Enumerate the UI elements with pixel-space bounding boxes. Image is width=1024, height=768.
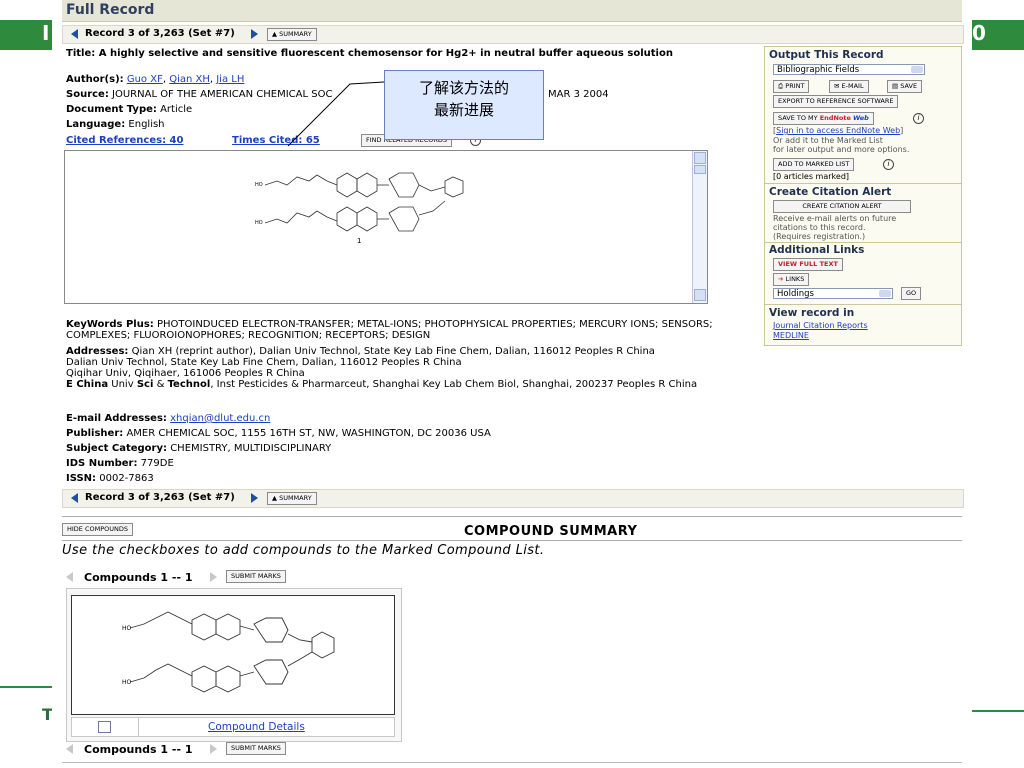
record-nav-bottom: Record 3 of 3,263 (Set #7) ▲ SUMMARY	[62, 489, 964, 508]
chemical-structure-icon: HO HO	[122, 611, 335, 693]
record-position: Record 3 of 3,263 (Set #7)	[85, 492, 235, 503]
output-heading: Output This Record	[769, 49, 884, 61]
divider	[765, 183, 961, 184]
hide-compounds-button[interactable]: HIDE COMPOUNDS	[62, 523, 134, 536]
compound-row: Compound Details	[71, 717, 395, 737]
record-addresses: Addresses: Qian XH (reprint author), Dal…	[66, 346, 698, 390]
structure-image: HO HO 1	[64, 150, 708, 304]
fields-select[interactable]: Bibliographic Fields	[773, 64, 925, 75]
record-issn: ISSN: 0002-7863	[66, 473, 154, 484]
add-help-text: Or add it to the Marked List	[773, 136, 883, 145]
compound-card: HO HO Compound Details	[66, 588, 402, 742]
svg-text:HO: HO	[122, 625, 132, 632]
divider	[62, 540, 962, 541]
scroll-thumb[interactable]	[694, 165, 706, 174]
view-full-text-button[interactable]: VIEW FULL TEXT	[773, 258, 843, 271]
citation-help-text: Receive e-mail alerts on future	[773, 214, 897, 223]
submit-marks-button[interactable]: SUBMIT MARKS	[226, 742, 286, 755]
submit-marks-button[interactable]: SUBMIT MARKS	[226, 570, 286, 583]
record-email: E-mail Addresses: xhqian@dlut.edu.cn	[66, 413, 271, 424]
go-button[interactable]: GO	[901, 287, 922, 300]
compound-nav-text: Compounds 1 -- 1	[84, 743, 193, 756]
record-keywords: KeyWords Plus: PHOTOINDUCED ELECTRON-TRA…	[66, 319, 713, 341]
next-record-icon[interactable]	[251, 493, 258, 503]
output-panel: Output This Record Bibliographic Fields …	[764, 46, 962, 346]
info-icon[interactable]: i	[913, 113, 924, 124]
holdings-select[interactable]: Holdings	[773, 288, 893, 299]
prev-compound-icon[interactable]	[66, 572, 73, 582]
screenshot: Full Record Record 3 of 3,263 (Set #7) ▲…	[52, 0, 972, 768]
export-button[interactable]: EXPORT TO REFERENCE SOFTWARE	[773, 95, 899, 108]
links-button[interactable]: ➔ LINKS	[773, 273, 810, 286]
chemical-structure-icon: HO HO 1	[255, 172, 464, 245]
svg-text:1: 1	[357, 237, 361, 245]
marked-count: [0 articles marked]	[773, 172, 850, 181]
annotation-callout: 了解该方法的 最新进展	[384, 70, 544, 140]
compound-nav-text: Compounds 1 -- 1	[84, 571, 193, 584]
compound-instructions: Use the checkboxes to add compounds to t…	[62, 543, 545, 558]
svg-text:HO: HO	[255, 182, 263, 188]
chevron-down-icon	[911, 66, 923, 73]
next-compound-icon[interactable]	[210, 744, 217, 754]
slide-title-glyph: 0	[972, 21, 986, 45]
divider	[765, 242, 961, 243]
record-ids: IDS Number: 779DE	[66, 458, 174, 469]
scroll-down-icon[interactable]	[694, 289, 706, 301]
divider	[765, 304, 961, 305]
record-publisher: Publisher: AMER CHEMICAL SOC, 1155 16TH …	[66, 428, 491, 439]
compound-summary-title: COMPOUND SUMMARY	[464, 524, 638, 539]
compound-checkbox[interactable]	[98, 721, 111, 733]
citation-help-text: (Requires registration.)	[773, 232, 866, 241]
links-heading: Additional Links	[769, 244, 865, 256]
prev-compound-icon[interactable]	[66, 744, 73, 754]
summary-button[interactable]: ▲ SUMMARY	[267, 492, 317, 505]
compound-details-link[interactable]: Compound Details	[208, 721, 305, 733]
divider	[62, 516, 962, 517]
medline-link[interactable]: MEDLINE	[773, 331, 809, 340]
slide-left-rule	[0, 686, 52, 688]
record-subject: Subject Category: CHEMISTRY, MULTIDISCIP…	[66, 443, 332, 454]
scroll-up-icon[interactable]	[694, 152, 706, 164]
compound-image: HO HO	[71, 595, 395, 715]
create-citation-alert-button[interactable]: CREATE CITATION ALERT	[773, 200, 911, 213]
info-icon[interactable]: i	[883, 159, 894, 170]
citation-heading: Create Citation Alert	[769, 186, 892, 198]
add-help-text: for later output and more options.	[773, 145, 910, 154]
svg-text:HO: HO	[255, 220, 263, 226]
next-compound-icon[interactable]	[210, 572, 217, 582]
jcr-link[interactable]: Journal Citation Reports	[773, 321, 868, 330]
svg-text:HO: HO	[122, 679, 132, 686]
divider	[62, 762, 962, 763]
save-button[interactable]: ▤ SAVE	[887, 80, 923, 93]
print-button[interactable]: ⎙ PRINT	[773, 80, 810, 93]
sign-in-link-wrap: [Sign in to access EndNote Web]	[773, 126, 904, 135]
view-record-heading: View record in	[769, 307, 855, 319]
citation-help-text: citations to this record.	[773, 223, 866, 232]
add-marked-button[interactable]: ADD TO MARKED LIST	[773, 158, 855, 171]
prev-record-icon[interactable]	[71, 493, 78, 503]
email-link[interactable]: xhqian@dlut.edu.cn	[170, 413, 270, 424]
sign-in-link[interactable]: Sign in to access EndNote Web	[776, 126, 900, 135]
structure-scrollbar[interactable]	[692, 151, 707, 303]
slide-right-rule	[972, 710, 1024, 712]
divider	[138, 718, 139, 736]
email-button[interactable]: ✉ E-MAIL	[829, 80, 869, 93]
chevron-down-icon	[879, 290, 891, 297]
save-endnote-button[interactable]: SAVE TO MY EndNote Web	[773, 112, 874, 125]
slide-title-letter: I	[42, 21, 50, 45]
